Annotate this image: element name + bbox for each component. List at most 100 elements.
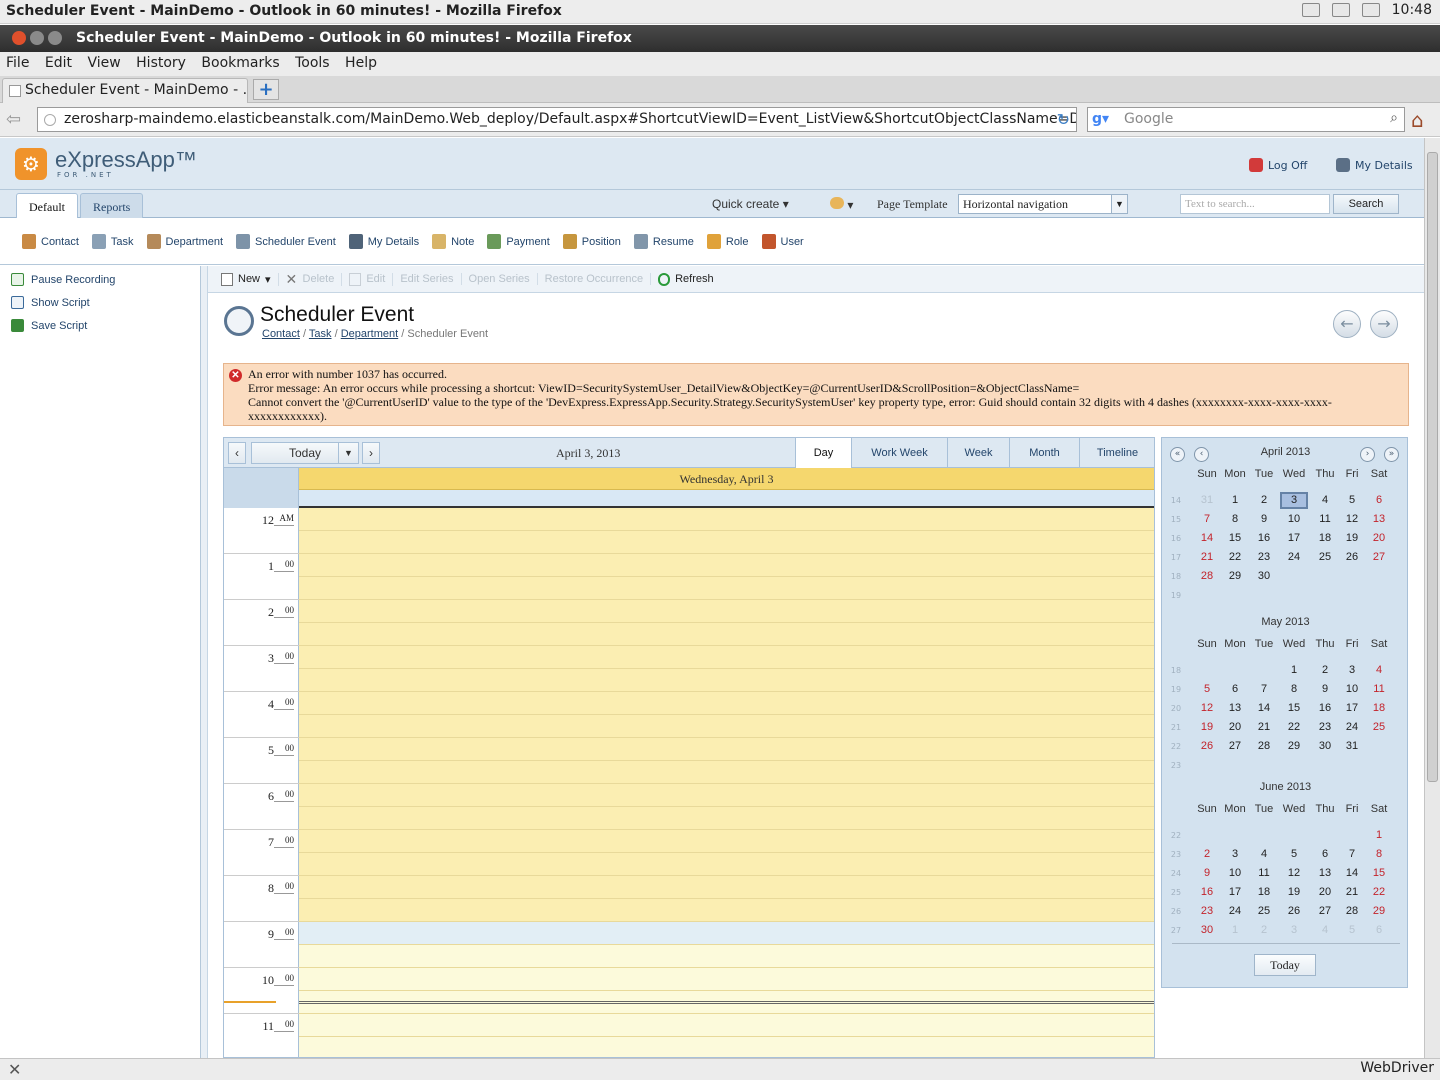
calendar-day[interactable]: 12 bbox=[1193, 700, 1221, 717]
minimize-window-icon[interactable] bbox=[30, 31, 44, 45]
panel-splitter[interactable] bbox=[201, 266, 208, 1058]
calendar-day[interactable]: 22 bbox=[1280, 719, 1308, 736]
time-cell[interactable] bbox=[299, 692, 1154, 715]
calendar-day[interactable]: 30 bbox=[1193, 922, 1221, 939]
calendar-day[interactable]: 19 bbox=[1338, 530, 1366, 547]
calendar-day[interactable]: 2 bbox=[1311, 662, 1339, 679]
new-tab-button[interactable]: + bbox=[253, 79, 279, 100]
time-cell[interactable] bbox=[299, 623, 1154, 646]
calendar-day[interactable]: 4 bbox=[1311, 492, 1339, 509]
calendar-day[interactable]: 6 bbox=[1365, 922, 1393, 939]
calendar-day[interactable]: 15 bbox=[1280, 700, 1308, 717]
calendar-day[interactable]: 15 bbox=[1221, 530, 1249, 547]
nav-payment[interactable]: Payment bbox=[487, 234, 550, 249]
new-button[interactable]: New ▾ bbox=[214, 272, 279, 286]
calendar-day[interactable]: 13 bbox=[1365, 511, 1393, 528]
scheduler-today-button[interactable]: Today ▼ bbox=[251, 442, 359, 464]
theme-dropdown[interactable]: ▾ bbox=[830, 197, 853, 212]
calendar-day[interactable]: 15 bbox=[1365, 865, 1393, 882]
pause-recording-link[interactable]: Pause Recording bbox=[11, 273, 115, 286]
menu-history[interactable]: History bbox=[136, 55, 186, 71]
calendar-day[interactable]: 17 bbox=[1280, 530, 1308, 547]
calendar-day[interactable]: 27 bbox=[1221, 738, 1249, 755]
calendar-day[interactable]: 5 bbox=[1338, 922, 1366, 939]
calendar-day[interactable]: 29 bbox=[1221, 568, 1249, 585]
calendar-day[interactable]: 3 bbox=[1221, 846, 1249, 863]
scheduler-next-button[interactable]: › bbox=[362, 442, 380, 464]
search-icon[interactable]: ⌕ bbox=[1390, 110, 1398, 126]
calendar-day[interactable]: 18 bbox=[1311, 530, 1339, 547]
time-cell[interactable] bbox=[299, 669, 1154, 692]
time-cell[interactable] bbox=[299, 554, 1154, 577]
calendar-day[interactable]: 12 bbox=[1338, 511, 1366, 528]
calendar-day[interactable]: 26 bbox=[1338, 549, 1366, 566]
chevron-down-icon[interactable]: ▼ bbox=[1111, 195, 1127, 213]
menu-edit[interactable]: Edit bbox=[45, 55, 72, 71]
time-cell[interactable] bbox=[299, 646, 1154, 669]
calendar-day[interactable]: 7 bbox=[1250, 681, 1278, 698]
logoff-link[interactable]: Log Off bbox=[1249, 158, 1307, 172]
time-cell[interactable] bbox=[299, 784, 1154, 807]
calendar-day[interactable]: 4 bbox=[1365, 662, 1393, 679]
time-cell[interactable] bbox=[299, 853, 1154, 876]
time-cell[interactable] bbox=[299, 1037, 1154, 1057]
view-work-week-tab[interactable]: Work Week bbox=[851, 438, 947, 468]
time-cell[interactable] bbox=[299, 922, 1154, 945]
view-week-tab[interactable]: Week bbox=[947, 438, 1009, 468]
reload-icon[interactable]: ↻ bbox=[1057, 110, 1070, 129]
calendar-day[interactable]: 21 bbox=[1338, 884, 1366, 901]
time-cell[interactable] bbox=[299, 899, 1154, 922]
calendar-day[interactable]: 7 bbox=[1338, 846, 1366, 863]
refresh-button[interactable]: Refresh bbox=[651, 272, 721, 286]
calendar-day[interactable]: 23 bbox=[1311, 719, 1339, 736]
calendar-day[interactable]: 9 bbox=[1193, 865, 1221, 882]
time-cell[interactable] bbox=[299, 945, 1154, 968]
calendar-day[interactable]: 10 bbox=[1221, 865, 1249, 882]
calendar-day[interactable]: 14 bbox=[1193, 530, 1221, 547]
calendar-day[interactable]: 20 bbox=[1365, 530, 1393, 547]
calendar-day[interactable]: 30 bbox=[1250, 568, 1278, 585]
nav-my-details[interactable]: My Details bbox=[348, 234, 419, 249]
calendar-day[interactable]: 19 bbox=[1193, 719, 1221, 736]
calendar-day[interactable]: 27 bbox=[1311, 903, 1339, 920]
calendar-day[interactable]: 25 bbox=[1250, 903, 1278, 920]
calendar-day[interactable]: 7 bbox=[1193, 511, 1221, 528]
calendar-day[interactable]: 3 bbox=[1280, 492, 1308, 509]
quick-create-dropdown[interactable]: Quick create ▾ bbox=[712, 197, 789, 211]
calendar-day[interactable]: 18 bbox=[1365, 700, 1393, 717]
breadcrumb-contact[interactable]: Contact bbox=[262, 328, 300, 340]
menu-help[interactable]: Help bbox=[345, 55, 377, 71]
calendar-day[interactable]: 20 bbox=[1311, 884, 1339, 901]
calendar-day[interactable]: 4 bbox=[1311, 922, 1339, 939]
time-cell[interactable] bbox=[299, 738, 1154, 761]
time-cell[interactable] bbox=[299, 1014, 1154, 1037]
open-series-button[interactable]: Open Series bbox=[462, 273, 538, 285]
calendar-day[interactable]: 1 bbox=[1221, 922, 1249, 939]
calendar-day[interactable]: 8 bbox=[1221, 511, 1249, 528]
time-cell[interactable] bbox=[299, 761, 1154, 784]
calendar-day[interactable]: 16 bbox=[1193, 884, 1221, 901]
forward-arrow-icon[interactable]: → bbox=[1370, 310, 1398, 338]
calendar-day[interactable]: 9 bbox=[1311, 681, 1339, 698]
calendar-day[interactable]: 30 bbox=[1311, 738, 1339, 755]
calendar-day[interactable]: 26 bbox=[1280, 903, 1308, 920]
time-cell[interactable] bbox=[299, 807, 1154, 830]
calendar-day[interactable]: 22 bbox=[1365, 884, 1393, 901]
calendar-day[interactable]: 17 bbox=[1221, 884, 1249, 901]
tab-reports[interactable]: Reports bbox=[80, 193, 144, 218]
calendar-day[interactable]: 1 bbox=[1221, 492, 1249, 509]
calendar-day[interactable]: 26 bbox=[1193, 738, 1221, 755]
day-header[interactable]: Wednesday, April 3 bbox=[299, 468, 1154, 490]
calendar-day[interactable]: 17 bbox=[1338, 700, 1366, 717]
calendar-day[interactable]: 11 bbox=[1311, 511, 1339, 528]
calendar-day[interactable]: 20 bbox=[1221, 719, 1249, 736]
search-button[interactable]: Search bbox=[1333, 194, 1399, 214]
volume-icon[interactable] bbox=[1361, 3, 1380, 17]
calendar-day[interactable]: 11 bbox=[1365, 681, 1393, 698]
calendar-day[interactable]: 14 bbox=[1250, 700, 1278, 717]
close-window-icon[interactable] bbox=[12, 31, 26, 45]
page-scrollbar[interactable] bbox=[1424, 138, 1440, 1058]
calendar-day[interactable]: 6 bbox=[1221, 681, 1249, 698]
edit-button[interactable]: Edit bbox=[342, 272, 394, 286]
view-day-tab[interactable]: Day bbox=[795, 438, 851, 468]
